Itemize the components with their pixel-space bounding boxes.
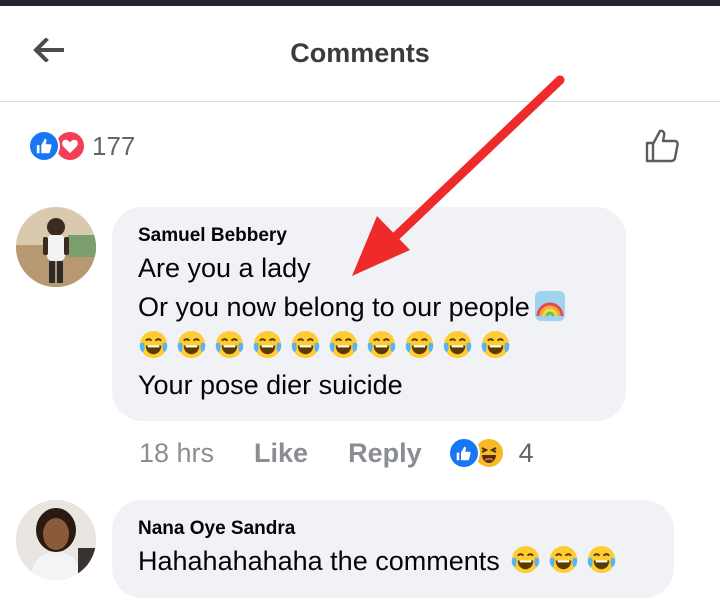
face-with-tears-of-joy-icon: [253, 330, 282, 359]
laughing-emoji-group: [510, 545, 624, 576]
comment-timestamp[interactable]: 18 hrs: [139, 438, 214, 469]
face-with-tears-of-joy-icon: [177, 330, 206, 359]
comment-line: Your pose dier suicide: [138, 370, 403, 400]
post-reactions-summary[interactable]: 177: [28, 128, 135, 164]
reaction-count: 4: [518, 437, 534, 468]
comment-bubble: Samuel Bebbery Are you a lady Or you now…: [112, 207, 626, 421]
like-post-button[interactable]: [642, 126, 682, 166]
face-with-tears-of-joy-icon: [215, 330, 244, 359]
reaction-count: 177: [92, 130, 136, 161]
face-with-tears-of-joy-icon: [549, 545, 578, 574]
rainbow-emoji-icon: [534, 291, 565, 321]
comment-line-with-emoji: Or you now belong to our people: [138, 288, 600, 327]
comment-text: Hahahahahaha the comments: [138, 546, 500, 576]
comments-header: Comments: [0, 6, 720, 102]
like-reaction-icon: [28, 130, 60, 162]
thumbs-up-outline-icon: [645, 129, 679, 163]
like-reaction-icon: [447, 437, 480, 469]
comment-author[interactable]: Samuel Bebbery: [138, 223, 600, 249]
comment-line-with-emoji: Hahahahahaha the comments: [138, 542, 648, 581]
like-comment-button[interactable]: Like: [254, 438, 308, 469]
comment-bubble: Nana Oye Sandra Hahahahahaha the comment…: [112, 500, 674, 598]
comment-reactions[interactable]: 4: [447, 437, 534, 469]
face-with-tears-of-joy-icon: [511, 545, 540, 574]
face-with-tears-of-joy-icon: [481, 330, 510, 359]
reply-button[interactable]: Reply: [348, 438, 422, 469]
comment-actions: 18 hrs Like Reply 4: [139, 437, 534, 469]
face-with-tears-of-joy-icon: [367, 330, 396, 359]
comment-author[interactable]: Nana Oye Sandra: [138, 516, 648, 542]
face-with-tears-of-joy-icon: [587, 545, 616, 574]
avatar[interactable]: [16, 500, 96, 580]
face-with-tears-of-joy-icon: [443, 330, 472, 359]
face-with-tears-of-joy-icon: [139, 330, 168, 359]
comment-line: Are you a lady: [138, 253, 311, 283]
laughing-emoji-row: [138, 327, 600, 366]
page-title: Comments: [290, 38, 430, 68]
avatar[interactable]: [16, 207, 96, 287]
face-with-tears-of-joy-icon: [329, 330, 358, 359]
face-with-tears-of-joy-icon: [291, 330, 320, 359]
face-with-tears-of-joy-icon: [405, 330, 434, 359]
comment-line: Or you now belong to our people: [138, 292, 530, 322]
